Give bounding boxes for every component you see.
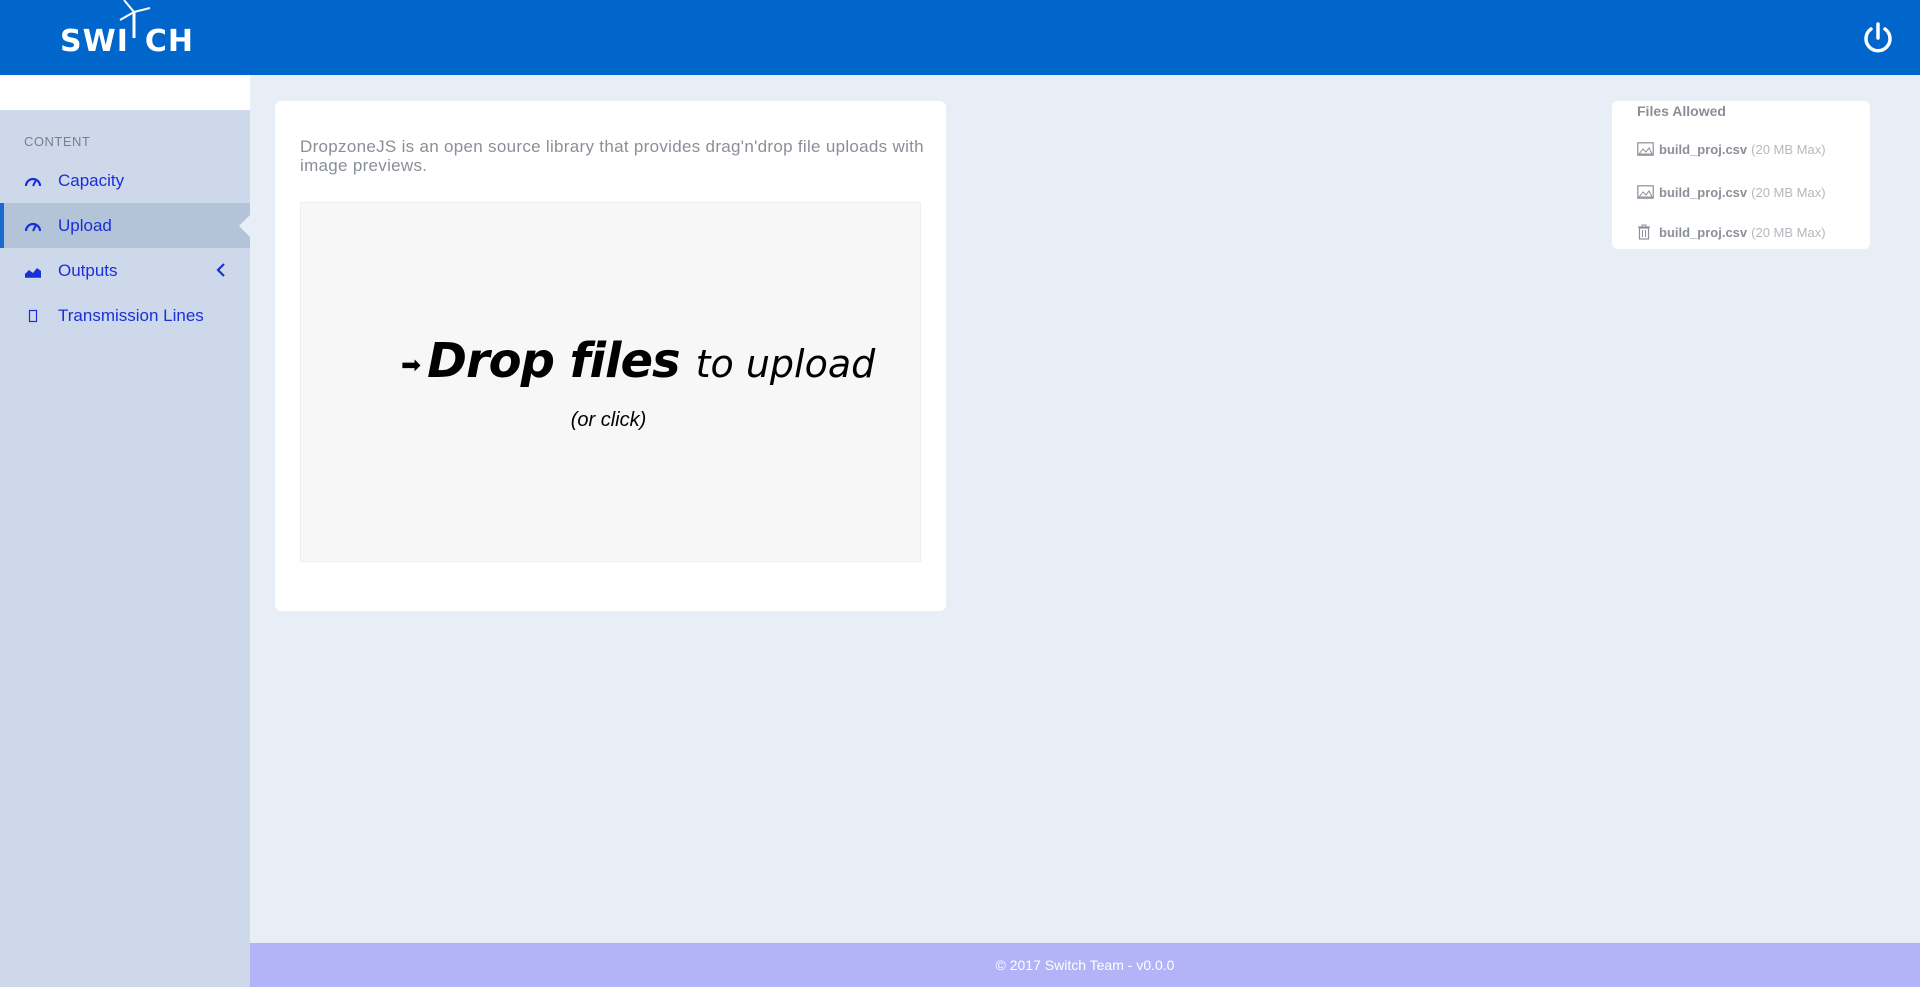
allowed-file-max: (20 MB Max) [1751, 224, 1826, 240]
upload-card: DropzoneJS is an open source library tha… [275, 101, 946, 611]
power-icon[interactable] [1860, 20, 1896, 56]
top-bar: SWI CH [0, 0, 1920, 75]
sidebar-item-transmission-lines[interactable]: Transmission Lines [0, 293, 250, 338]
allowed-file-max: (20 MB Max) [1751, 141, 1826, 157]
sidebar-search-area [0, 75, 250, 110]
dashboard-gauge-icon [24, 217, 42, 235]
sidebar-item-upload[interactable]: Upload [0, 203, 250, 248]
files-allowed-title: Files Allowed [1637, 103, 1726, 119]
dropzone-light-text: to upload [695, 342, 876, 386]
sidebar-header: CONTENT [24, 134, 91, 149]
dropzone-area[interactable]: ➡ Drop files to upload (or click) [300, 202, 921, 562]
allowed-file-name: build_proj.csv [1659, 141, 1748, 157]
sidebar-item-label: Capacity [58, 170, 125, 190]
allowed-file-item: build_proj.csv (20 MB Max) [1637, 224, 1826, 240]
footer: © 2017 Switch Team - v0.0.0 [250, 943, 1920, 987]
allowed-file-max: (20 MB Max) [1751, 184, 1826, 200]
sidebar: CONTENT Capacity Upload Outputs Transmis… [0, 110, 250, 987]
dropzone-description: DropzoneJS is an open source library tha… [300, 137, 924, 175]
app-logo[interactable]: SWI CH [60, 0, 194, 59]
dashboard-gauge-icon [24, 172, 42, 190]
dropzone-sub-text: (or click) [570, 409, 647, 431]
image-icon [1637, 141, 1655, 157]
sidebar-item-label: Upload [58, 215, 112, 235]
allowed-file-item: build_proj.csv (20 MB Max) [1637, 184, 1826, 200]
sidebar-item-outputs[interactable]: Outputs [0, 248, 250, 293]
sidebar-item-label: Transmission Lines [58, 305, 204, 325]
image-icon [1637, 184, 1655, 200]
dropzone-message: ➡ Drop files to upload [401, 333, 875, 389]
footer-text: © 2017 Switch Team - v0.0.0 [995, 957, 1175, 973]
sidebar-item-capacity[interactable]: Capacity [0, 158, 250, 203]
trash-icon [1637, 224, 1655, 240]
allowed-file-name: build_proj.csv [1659, 184, 1748, 200]
wind-turbine-icon [119, 0, 151, 38]
area-chart-icon [24, 262, 42, 280]
files-allowed-panel: Files Allowed build_proj.csv (20 MB Max)… [1612, 101, 1870, 249]
allowed-file-name: build_proj.csv [1659, 224, 1748, 240]
unknown-glyph-icon [24, 307, 42, 325]
allowed-file-item: build_proj.csv (20 MB Max) [1637, 141, 1826, 157]
arrow-right-icon: ➡ [401, 352, 422, 379]
dropzone-strong-text: Drop files [427, 333, 680, 389]
sidebar-item-label: Outputs [58, 260, 118, 280]
chevron-left-icon[interactable] [214, 262, 228, 278]
